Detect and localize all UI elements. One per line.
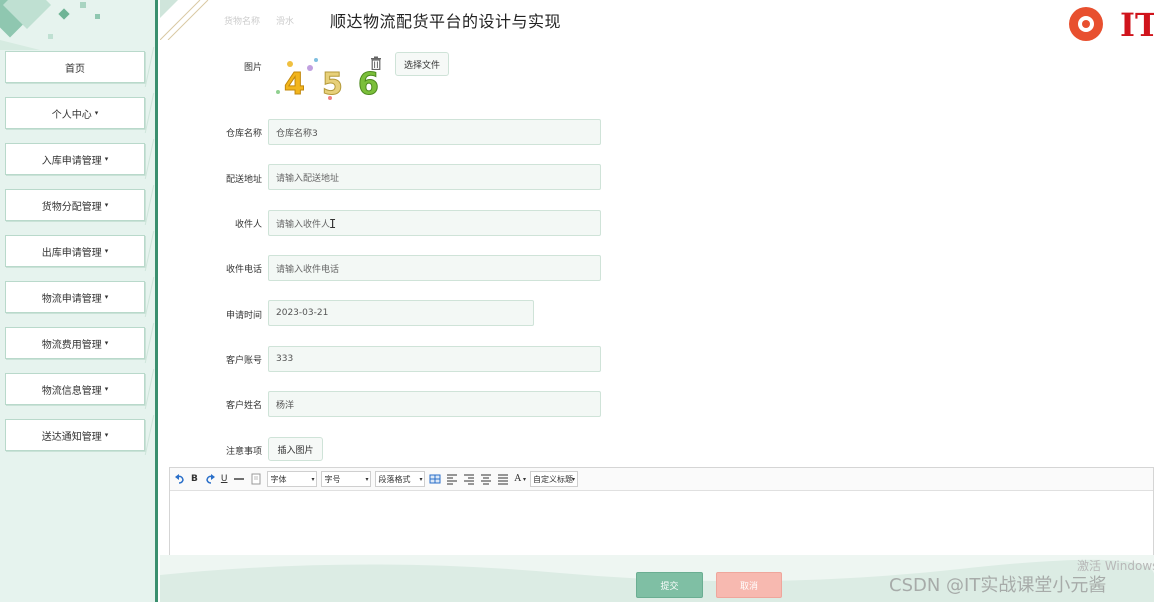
customer-account-field[interactable]: 333 xyxy=(268,346,601,372)
editor-toolbar: B U 字体 ▾ 字号 ▾ 段落格式 ▾ A ▾ 自定义标题 ▾ xyxy=(170,468,1153,491)
rich-text-editor[interactable]: B U 字体 ▾ 字号 ▾ 段落格式 ▾ A ▾ 自定义标题 ▾ xyxy=(169,467,1154,557)
redo-icon[interactable] xyxy=(204,473,216,485)
warehouse-name-label: 仓库名称 xyxy=(225,129,262,139)
sidebar-item-personal-center[interactable]: 个人中心 ▾ xyxy=(5,97,145,129)
goods-name-label: 货物名称 xyxy=(224,17,261,27)
csdn-watermark: CSDN @IT实战课堂小元酱 xyxy=(889,575,1107,596)
goods-name-value: 滑水 xyxy=(276,17,295,27)
warehouse-name-field[interactable]: 仓库名称3 xyxy=(268,119,601,145)
caret-down-icon: ▾ xyxy=(104,201,109,209)
bold-button[interactable]: B xyxy=(191,471,198,487)
trash-icon[interactable] xyxy=(370,56,382,70)
dropdown-arrow-icon: ▾ xyxy=(419,475,423,483)
caret-down-icon: ▾ xyxy=(104,385,109,393)
font-family-select-value: 字体 xyxy=(270,474,287,484)
cancel-button[interactable]: 取消 xyxy=(716,572,782,598)
logo-mark-icon xyxy=(1069,7,1103,41)
preview-digit: 4 xyxy=(284,67,305,102)
sidebar-item-label: 货物分配管理 xyxy=(41,201,102,213)
sidebar-item-inbound-apply[interactable]: 入库申请管理 ▾ xyxy=(5,143,145,175)
recipient-phone-field[interactable]: 请输入收件电话 xyxy=(268,255,601,281)
sidebar-item-logistics-info[interactable]: 物流信息管理 ▾ xyxy=(5,373,145,405)
align-left-icon[interactable] xyxy=(446,473,458,485)
sidebar-item-outbound-apply[interactable]: 出库申请管理 ▾ xyxy=(5,235,145,267)
caret-down-icon: ▾ xyxy=(104,431,109,439)
dropdown-arrow-icon: ▾ xyxy=(571,475,575,483)
header-decoration xyxy=(160,0,209,40)
text-cursor-icon: I xyxy=(329,217,337,231)
underline-button[interactable]: U xyxy=(221,471,228,487)
sidebar-item-label: 物流费用管理 xyxy=(41,339,102,351)
dropdown-arrow-icon: ▾ xyxy=(311,475,315,483)
sidebar-item-label: 入库申请管理 xyxy=(41,155,102,167)
brand-logo: IT xyxy=(1052,0,1154,48)
apply-time-label: 申请时间 xyxy=(225,311,262,321)
paragraph-format-select[interactable]: 段落格式 ▾ xyxy=(375,471,426,487)
preview-digit: 5 xyxy=(322,67,343,102)
custom-title-select[interactable]: 自定义标题 ▾ xyxy=(529,471,578,487)
recipient-phone-label: 收件电话 xyxy=(225,265,262,275)
horizontal-rule-icon[interactable] xyxy=(233,473,245,485)
sidebar-item-label: 送达通知管理 xyxy=(41,431,102,443)
align-center-icon[interactable] xyxy=(480,473,492,485)
sidebar-item-label: 物流申请管理 xyxy=(41,293,102,305)
sidebar-item-label: 首页 xyxy=(65,63,85,75)
caret-down-icon: ▾ xyxy=(104,155,109,163)
clear-format-icon[interactable] xyxy=(250,473,262,485)
sidebar-item-label: 出库申请管理 xyxy=(41,247,102,259)
caret-down-icon: ▾ xyxy=(104,339,109,347)
sidebar-item-logistics-apply[interactable]: 物流申请管理 ▾ xyxy=(5,281,145,313)
sidebar-item-label: 物流信息管理 xyxy=(41,385,102,397)
page-title: 顺达物流配货平台的设计与实现 xyxy=(330,12,562,31)
sidebar-item-home[interactable]: 首页 xyxy=(5,51,145,83)
table-icon[interactable] xyxy=(429,473,441,485)
customer-name-field[interactable]: 杨洋 xyxy=(268,391,601,417)
sidebar-item-goods-allocation[interactable]: 货物分配管理 ▾ xyxy=(5,189,145,221)
font-family-select[interactable]: 字体 ▾ xyxy=(267,471,318,487)
insert-image-button[interactable]: 插入图片 xyxy=(268,437,323,461)
customer-name-label: 客户姓名 xyxy=(225,401,262,411)
caret-down-icon: ▾ xyxy=(94,109,99,117)
sidebar-item-label: 个人中心 xyxy=(51,109,92,121)
delivery-address-field[interactable]: 请输入配送地址 xyxy=(268,164,601,190)
sidebar: 首页 个人中心 ▾ 入库申请管理 ▾ 货物分配管理 ▾ 出库申请管理 ▾ 物流申请管理 ▾… xyxy=(0,0,158,602)
font-color-button[interactable]: A xyxy=(514,471,521,487)
paragraph-format-select-value: 段落格式 xyxy=(378,474,411,484)
custom-title-select-value: 自定义标题 xyxy=(532,474,573,484)
customer-account-label: 客户账号 xyxy=(225,356,262,366)
preview-digit: 6 xyxy=(358,67,379,102)
align-right-icon[interactable] xyxy=(463,473,475,485)
choose-file-button[interactable]: 选择文件 xyxy=(395,52,449,76)
apply-time-field[interactable]: 2023-03-21 xyxy=(268,300,534,326)
recipient-field[interactable]: 请输入收件人 xyxy=(268,210,601,236)
image-preview[interactable]: 4 5 6 xyxy=(270,52,386,104)
align-justify-icon[interactable] xyxy=(497,473,509,485)
font-color-dropdown-icon[interactable]: ▾ xyxy=(523,471,526,487)
caret-down-icon: ▾ xyxy=(104,247,109,255)
undo-icon[interactable] xyxy=(174,473,186,485)
sidebar-item-delivery-notice[interactable]: 送达通知管理 ▾ xyxy=(5,419,145,451)
font-size-select[interactable]: 字号 ▾ xyxy=(321,471,372,487)
image-label: 图片 xyxy=(243,63,262,73)
dropdown-arrow-icon: ▾ xyxy=(365,475,369,483)
logo-text: IT xyxy=(1120,6,1154,44)
sidebar-item-logistics-fee[interactable]: 物流费用管理 ▾ xyxy=(5,327,145,359)
sidebar-decoration xyxy=(0,0,100,50)
caret-down-icon: ▾ xyxy=(104,293,109,301)
recipient-label: 收件人 xyxy=(234,220,262,230)
delivery-address-label: 配送地址 xyxy=(225,175,262,185)
font-size-select-value: 字号 xyxy=(324,474,341,484)
submit-button[interactable]: 提交 xyxy=(636,572,703,598)
notes-label: 注意事项 xyxy=(225,447,262,457)
